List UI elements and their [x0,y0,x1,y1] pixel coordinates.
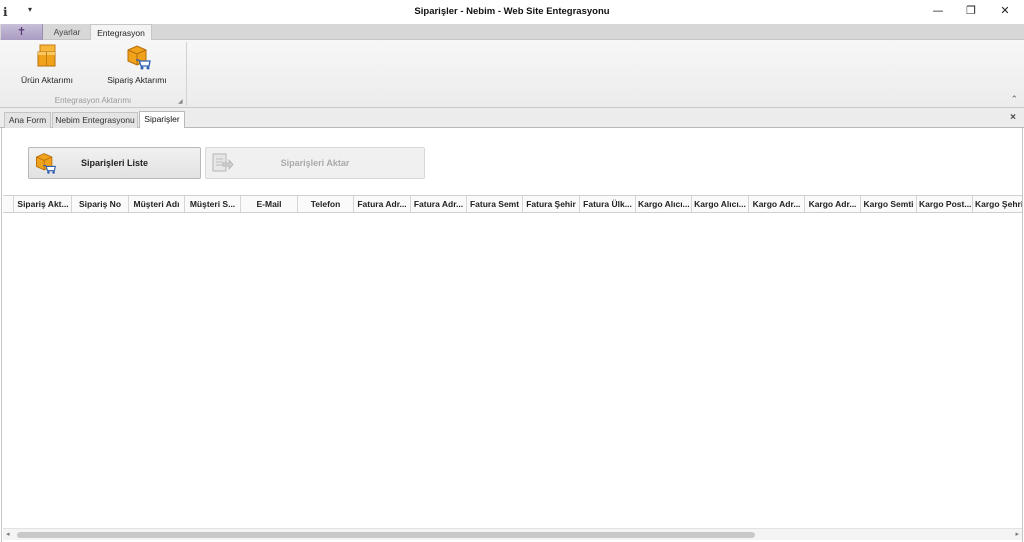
box-stack-icon [37,44,56,67]
box-cart-icon [127,45,151,70]
ribbon-group-separator [186,42,187,106]
document-tab-strip: Ana Form Nebim Entegrasyonu Siparişler × [0,108,1024,129]
group-launcher-icon[interactable]: ◢ [178,98,183,105]
window-title: Siparişler - Nebim - Web Site Entegrasyo… [414,6,610,17]
urun-aktarimi-label: Ürün Aktarımı [21,75,73,85]
column-header[interactable]: Fatura Adr... [354,196,411,212]
siparis-aktarimi-button[interactable]: Sipariş Aktarımı [104,44,170,88]
orders-content-area: Siparişleri Liste Siparişleri Aktar Sipa… [1,128,1023,542]
ribbon-panel: Ürün Aktarımı Sipariş Aktarımı Entegrasy… [0,40,1024,108]
application-menu-button[interactable]: ✝ [1,24,43,40]
column-header[interactable]: Fatura Şehir [523,196,580,212]
siparisleri-aktar-button[interactable]: Siparişleri Aktar [205,147,425,179]
column-header[interactable]: Müşteri Adı [129,196,185,212]
horizontal-scrollbar[interactable]: ◂ ▸ [3,528,1022,540]
tab-entegrasyon[interactable]: Entegrasyon [90,24,152,41]
scroll-left-icon[interactable]: ◂ [6,530,10,538]
tab-nebim-entegrasyonu[interactable]: Nebim Entegrasyonu [52,112,138,128]
orders-grid-header: Sipariş Akt... Sipariş No Müşteri Adı Mü… [3,195,1022,213]
scroll-right-icon[interactable]: ▸ [1015,530,1019,538]
column-header[interactable]: Kargo Şehri [973,196,1022,212]
column-header[interactable]: Kargo Adr... [749,196,805,212]
close-window-button[interactable]: ✕ [988,0,1022,22]
column-header[interactable]: Fatura Semt [467,196,523,212]
restore-button[interactable]: ❐ [954,0,988,22]
tab-ana-form[interactable]: Ana Form [4,112,51,128]
column-header[interactable]: Kargo Alıcı... [692,196,749,212]
ribbon-group-label: Entegrasyon Aktarımı [54,96,132,105]
scrollbar-thumb[interactable] [17,532,755,538]
column-header[interactable]: Kargo Alıcı... [636,196,692,212]
column-header[interactable]: Müşteri S... [185,196,241,212]
tab-ayarlar[interactable]: Ayarlar [44,24,90,40]
siparisleri-liste-label: Siparişleri Liste [80,158,149,168]
row-indicator-header [3,196,14,212]
column-header[interactable]: Kargo Semti [861,196,917,212]
title-bar: ℹ ▾ Siparişler - Nebim - Web Site Entegr… [0,0,1024,24]
urun-aktarimi-button[interactable]: Ürün Aktarımı [18,44,76,88]
siparisleri-liste-button[interactable]: Siparişleri Liste [28,147,201,179]
minimize-button[interactable]: — [921,0,955,22]
tab-siparisler[interactable]: Siparişler [139,111,185,129]
column-header[interactable]: Sipariş Akt... [15,196,72,212]
siparis-aktarimi-label: Sipariş Aktarımı [107,75,167,85]
close-document-icon[interactable]: × [1010,112,1016,123]
ribbon-tab-strip: ✝ Ayarlar Entegrasyon [0,24,1024,41]
column-header[interactable]: E-Mail [241,196,298,212]
column-header[interactable]: Fatura Adr... [411,196,467,212]
column-header[interactable]: Fatura Ülk... [580,196,636,212]
column-header[interactable]: Kargo Post... [917,196,973,212]
column-header[interactable]: Sipariş No [72,196,129,212]
ribbon-collapse-icon[interactable]: ⌃ [1010,94,1018,105]
siparisleri-aktar-label: Siparişleri Aktar [280,158,350,168]
column-header[interactable]: Telefon [298,196,354,212]
column-header[interactable]: Kargo Adr... [805,196,861,212]
